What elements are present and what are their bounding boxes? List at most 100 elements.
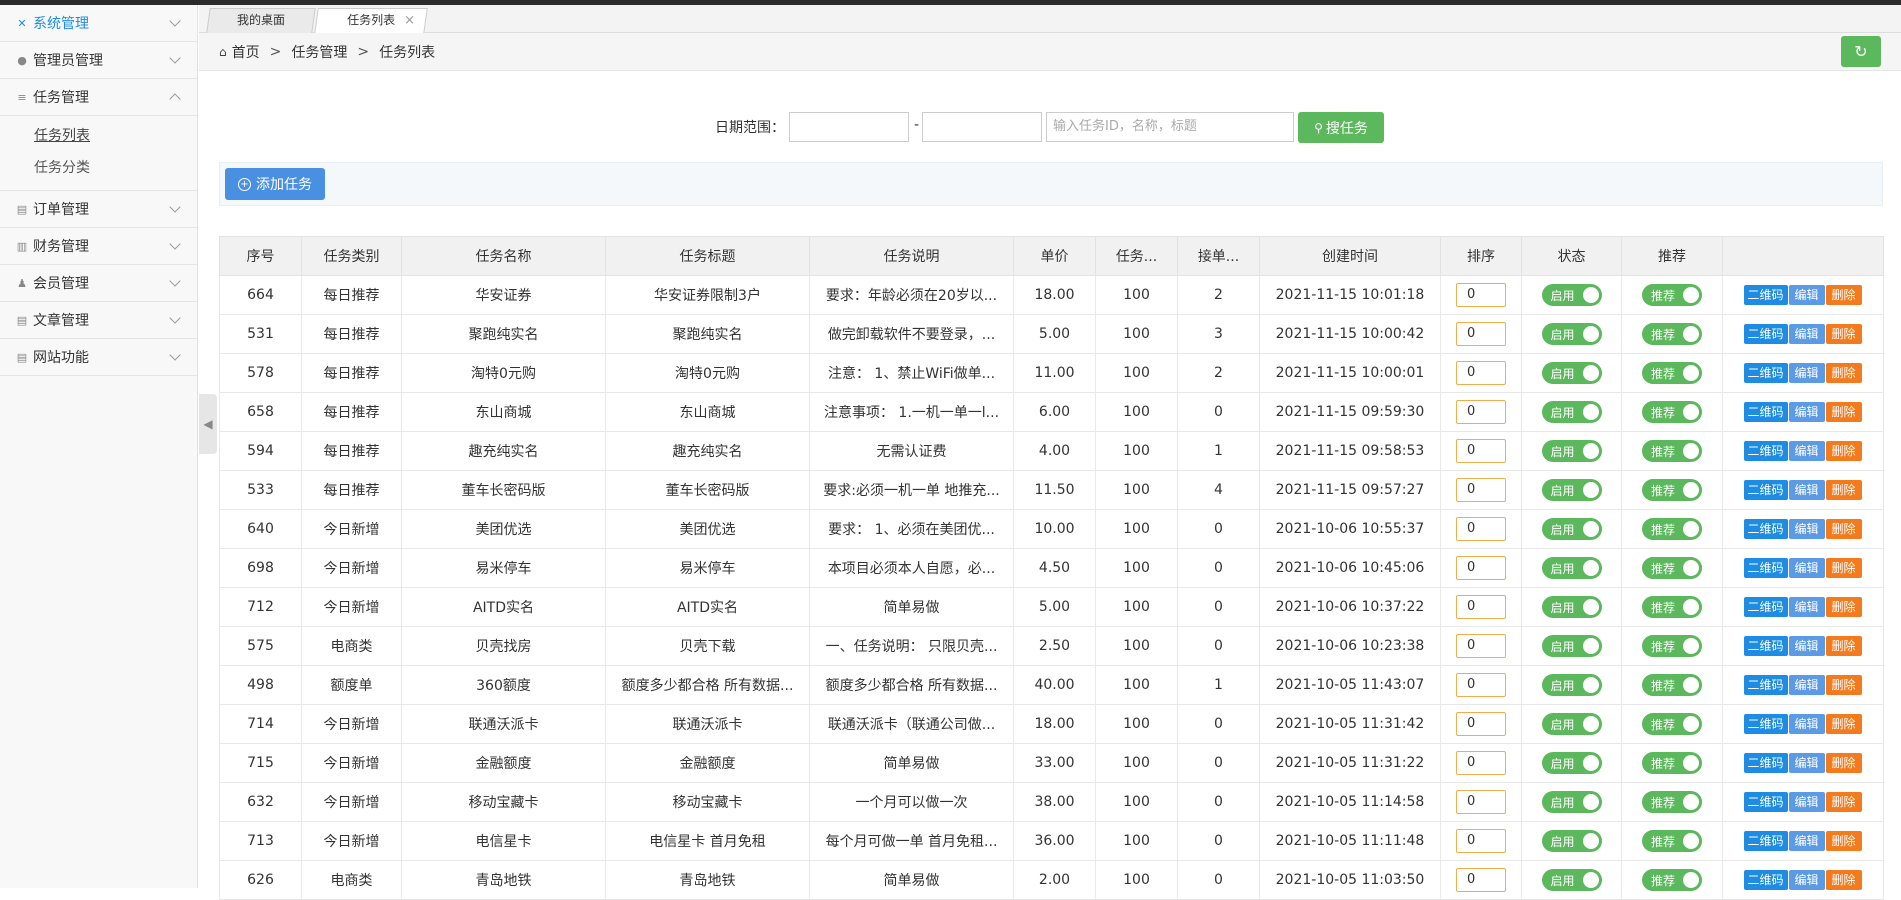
delete-button[interactable]: 删除 <box>1825 714 1862 734</box>
recommend-toggle[interactable]: 推荐 <box>1642 518 1702 540</box>
recommend-toggle[interactable]: 推荐 <box>1642 557 1702 579</box>
sidebar-item-articles[interactable]: ▤ 文章管理 <box>0 302 197 339</box>
qr-code-button[interactable]: 二维码 <box>1743 402 1788 422</box>
status-toggle[interactable]: 启用 <box>1541 557 1602 579</box>
recommend-toggle[interactable]: 推荐 <box>1642 284 1702 306</box>
sort-order-input[interactable]: 0 <box>1456 283 1506 307</box>
qr-code-button[interactable]: 二维码 <box>1743 870 1788 890</box>
delete-button[interactable]: 删除 <box>1825 753 1862 773</box>
sort-order-input[interactable]: 0 <box>1456 712 1506 736</box>
qr-code-button[interactable]: 二维码 <box>1743 558 1788 578</box>
qr-code-button[interactable]: 二维码 <box>1743 753 1788 773</box>
status-toggle[interactable]: 启用 <box>1541 518 1602 540</box>
status-toggle[interactable]: 启用 <box>1541 635 1602 657</box>
delete-button[interactable]: 删除 <box>1825 480 1862 500</box>
recommend-toggle[interactable]: 推荐 <box>1642 323 1702 345</box>
sort-order-input[interactable]: 0 <box>1456 322 1506 346</box>
qr-code-button[interactable]: 二维码 <box>1743 285 1788 305</box>
sort-order-input[interactable]: 0 <box>1456 868 1506 892</box>
status-toggle[interactable]: 启用 <box>1541 752 1602 774</box>
edit-button[interactable]: 编辑 <box>1788 675 1825 695</box>
sidebar-item-tasks[interactable]: ≡ 任务管理 <box>0 79 197 116</box>
qr-code-button[interactable]: 二维码 <box>1743 597 1788 617</box>
delete-button[interactable]: 删除 <box>1825 597 1862 617</box>
status-toggle[interactable]: 启用 <box>1541 830 1602 852</box>
qr-code-button[interactable]: 二维码 <box>1743 636 1788 656</box>
sort-order-input[interactable]: 0 <box>1456 790 1506 814</box>
recommend-toggle[interactable]: 推荐 <box>1642 596 1702 618</box>
delete-button[interactable]: 删除 <box>1825 519 1862 539</box>
tab-task-list[interactable]: 任务列表 × <box>314 8 428 34</box>
qr-code-button[interactable]: 二维码 <box>1743 441 1788 461</box>
sort-order-input[interactable]: 0 <box>1456 361 1506 385</box>
status-toggle[interactable]: 启用 <box>1541 284 1602 306</box>
qr-code-button[interactable]: 二维码 <box>1743 480 1788 500</box>
sort-order-input[interactable]: 0 <box>1456 478 1506 502</box>
status-toggle[interactable]: 启用 <box>1541 596 1602 618</box>
keyword-input[interactable]: 输入任务ID，名称，标题 <box>1046 112 1294 142</box>
edit-button[interactable]: 编辑 <box>1788 753 1825 773</box>
date-end-input[interactable] <box>922 112 1042 142</box>
status-toggle[interactable]: 启用 <box>1541 791 1602 813</box>
sidebar-item-site[interactable]: ▤ 网站功能 <box>0 339 197 376</box>
sort-order-input[interactable]: 0 <box>1456 634 1506 658</box>
edit-button[interactable]: 编辑 <box>1788 870 1825 890</box>
recommend-toggle[interactable]: 推荐 <box>1642 362 1702 384</box>
edit-button[interactable]: 编辑 <box>1788 441 1825 461</box>
recommend-toggle[interactable]: 推荐 <box>1642 635 1702 657</box>
sort-order-input[interactable]: 0 <box>1456 439 1506 463</box>
status-toggle[interactable]: 启用 <box>1541 713 1602 735</box>
edit-button[interactable]: 编辑 <box>1788 324 1825 344</box>
recommend-toggle[interactable]: 推荐 <box>1642 830 1702 852</box>
recommend-toggle[interactable]: 推荐 <box>1642 791 1702 813</box>
edit-button[interactable]: 编辑 <box>1788 402 1825 422</box>
sort-order-input[interactable]: 0 <box>1456 673 1506 697</box>
recommend-toggle[interactable]: 推荐 <box>1642 752 1702 774</box>
qr-code-button[interactable]: 二维码 <box>1743 831 1788 851</box>
status-toggle[interactable]: 启用 <box>1541 479 1602 501</box>
status-toggle[interactable]: 启用 <box>1541 362 1602 384</box>
delete-button[interactable]: 删除 <box>1825 363 1862 383</box>
qr-code-button[interactable]: 二维码 <box>1743 519 1788 539</box>
edit-button[interactable]: 编辑 <box>1788 714 1825 734</box>
delete-button[interactable]: 删除 <box>1825 441 1862 461</box>
sort-order-input[interactable]: 0 <box>1456 595 1506 619</box>
edit-button[interactable]: 编辑 <box>1788 363 1825 383</box>
sidebar-subitem-task-category[interactable]: 任务分类 <box>0 152 197 184</box>
tab-desktop[interactable]: 我的桌面 <box>206 8 316 33</box>
edit-button[interactable]: 编辑 <box>1788 597 1825 617</box>
sidebar-item-members[interactable]: ♟ 会员管理 <box>0 265 197 302</box>
edit-button[interactable]: 编辑 <box>1788 285 1825 305</box>
refresh-button[interactable]: ↻ <box>1841 36 1881 67</box>
qr-code-button[interactable]: 二维码 <box>1743 675 1788 695</box>
delete-button[interactable]: 删除 <box>1825 675 1862 695</box>
sort-order-input[interactable]: 0 <box>1456 400 1506 424</box>
breadcrumb-section[interactable]: 任务管理 <box>291 42 347 62</box>
delete-button[interactable]: 删除 <box>1825 636 1862 656</box>
status-toggle[interactable]: 启用 <box>1541 401 1602 423</box>
delete-button[interactable]: 删除 <box>1825 831 1862 851</box>
recommend-toggle[interactable]: 推荐 <box>1642 713 1702 735</box>
qr-code-button[interactable]: 二维码 <box>1743 792 1788 812</box>
sort-order-input[interactable]: 0 <box>1456 751 1506 775</box>
sidebar-subitem-task-list[interactable]: 任务列表 <box>0 120 197 152</box>
recommend-toggle[interactable]: 推荐 <box>1642 401 1702 423</box>
recommend-toggle[interactable]: 推荐 <box>1642 440 1702 462</box>
qr-code-button[interactable]: 二维码 <box>1743 324 1788 344</box>
delete-button[interactable]: 删除 <box>1825 792 1862 812</box>
sort-order-input[interactable]: 0 <box>1456 517 1506 541</box>
sidebar-item-system[interactable]: ✕ 系统管理 <box>0 5 197 42</box>
sidebar-item-orders[interactable]: ▤ 订单管理 <box>0 191 197 228</box>
sidebar-collapse-toggle[interactable]: ◀ <box>199 394 217 454</box>
sidebar-item-admins[interactable]: ● 管理员管理 <box>0 42 197 79</box>
sort-order-input[interactable]: 0 <box>1456 829 1506 853</box>
qr-code-button[interactable]: 二维码 <box>1743 363 1788 383</box>
date-start-input[interactable] <box>789 112 909 142</box>
status-toggle[interactable]: 启用 <box>1541 323 1602 345</box>
edit-button[interactable]: 编辑 <box>1788 519 1825 539</box>
edit-button[interactable]: 编辑 <box>1788 480 1825 500</box>
status-toggle[interactable]: 启用 <box>1541 674 1602 696</box>
status-toggle[interactable]: 启用 <box>1541 440 1602 462</box>
delete-button[interactable]: 删除 <box>1825 558 1862 578</box>
delete-button[interactable]: 删除 <box>1825 285 1862 305</box>
